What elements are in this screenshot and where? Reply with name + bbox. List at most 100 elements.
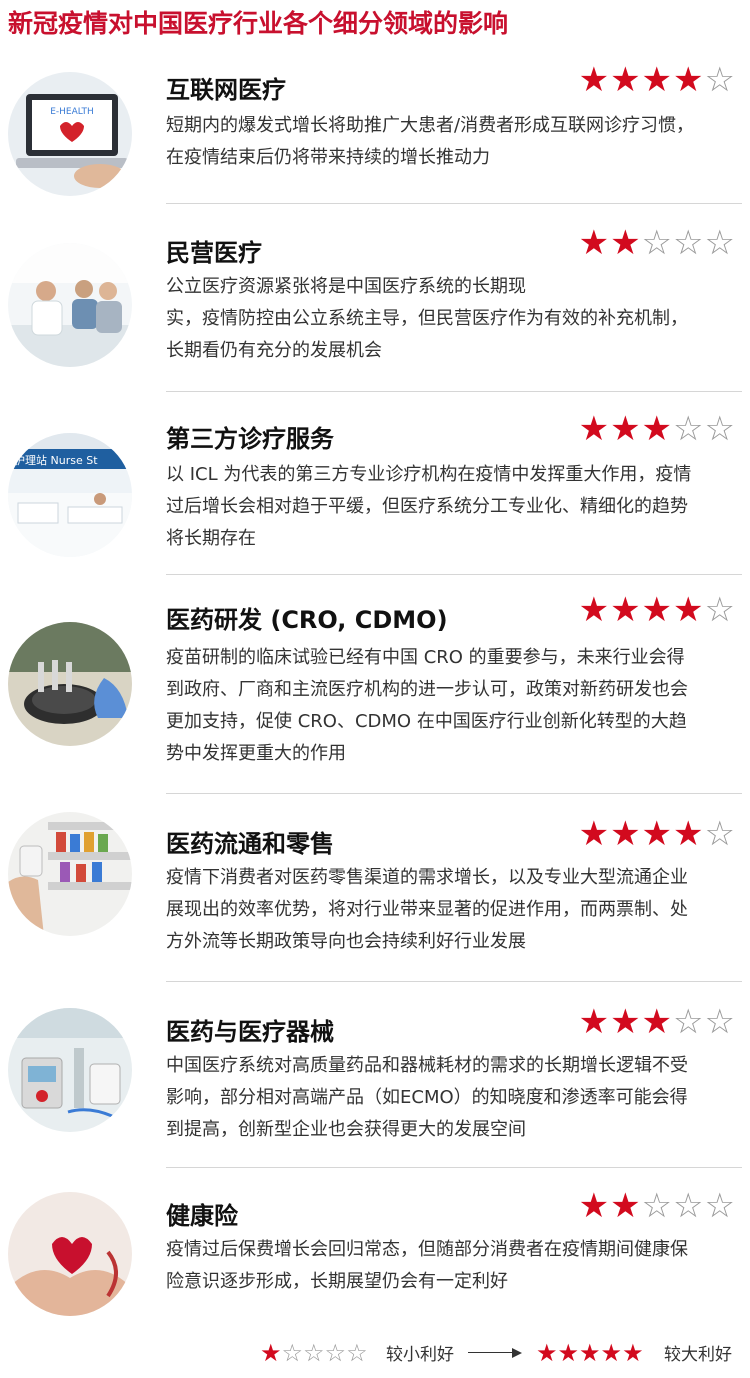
nurse-station-sign: 护理站 Nurse St bbox=[14, 453, 98, 467]
divider bbox=[166, 793, 742, 794]
star-empty-icon: ☆ bbox=[324, 1339, 347, 1367]
description-line: 方外流等长期政策导向也会持续利好行业发展 bbox=[166, 931, 526, 952]
description-line: 到政府、厂商和主流医疗机构的进一步认可，政策对新药研发也会 bbox=[166, 679, 688, 700]
description-line: 在疫情结束后仍将带来持续的增长推动力 bbox=[166, 147, 490, 168]
star-empty-icon: ☆ bbox=[641, 1186, 674, 1226]
description-line: 将长期存在 bbox=[166, 528, 256, 549]
star-filled-icon: ★ bbox=[641, 60, 674, 100]
star-filled-icon: ★ bbox=[578, 1186, 611, 1226]
description-line: 公立医疗资源紧张将是中国医疗系统的长期现 bbox=[166, 276, 526, 297]
divider bbox=[166, 391, 742, 392]
sector-name: 互联网医疗 bbox=[166, 76, 286, 104]
description-line: 疫情过后保费增长会回归常态，但随部分消费者在疫情期间健康保 bbox=[166, 1239, 688, 1260]
description-line: 险意识逐步形成，长期展望仍会有一定利好 bbox=[166, 1271, 508, 1292]
rating-legend: ★☆☆☆☆ 较小利好 ★★★★★ 较大利好 bbox=[0, 1338, 750, 1372]
sector-name: 民营医疗 bbox=[166, 239, 262, 267]
description-line: 以 ICL 为代表的第三方专业诊疗机构在疫情中发挥重大作用，疫情 bbox=[166, 464, 692, 485]
description-line: 展现出的效率优势，将对行业带来显著的促进作用，而两票制、处 bbox=[166, 899, 688, 920]
pharmacy-shelf-photo bbox=[8, 812, 132, 936]
star-filled-icon: ★ bbox=[578, 590, 611, 630]
star-filled-icon: ★ bbox=[578, 60, 611, 100]
sector-thumbnail bbox=[8, 1192, 132, 1316]
description-line: 疫苗研制的临床试验已经有中国 CRO 的重要参与，未来行业会得 bbox=[166, 647, 685, 668]
sector-rating: ★★★★☆ bbox=[579, 814, 736, 854]
star-empty-icon: ☆ bbox=[346, 1339, 368, 1367]
description-line: 短期内的爆发式增长将助推广大患者/消费者形成互联网诊疗习惯， bbox=[166, 115, 695, 136]
star-filled-icon: ★ bbox=[610, 409, 642, 449]
star-empty-icon: ☆ bbox=[673, 409, 705, 449]
star-filled-icon: ★ bbox=[641, 590, 674, 630]
star-filled-icon: ★ bbox=[260, 1339, 282, 1367]
lab-research-photo bbox=[8, 622, 132, 746]
star-filled-icon: ★ bbox=[673, 814, 705, 854]
star-filled-icon: ★ bbox=[578, 1002, 611, 1042]
star-filled-icon: ★ bbox=[610, 814, 642, 854]
star-empty-icon: ☆ bbox=[281, 1339, 304, 1367]
star-filled-icon: ★ bbox=[641, 814, 674, 854]
sector-description: 短期内的爆发式增长将助推广大患者/消费者形成互联网诊疗习惯， 在疫情结束后仍将带来… bbox=[166, 110, 740, 174]
sector-thumbnail bbox=[8, 622, 132, 746]
star-empty-icon: ☆ bbox=[704, 1186, 736, 1226]
legend-high-stars: ★★★★★ bbox=[536, 1338, 644, 1368]
star-empty-icon: ☆ bbox=[673, 223, 705, 263]
sector-description: 疫情过后保费增长会回归常态，但随部分消费者在疫情期间健康保 险意识逐步形成，长期展… bbox=[166, 1234, 740, 1298]
star-empty-icon: ☆ bbox=[704, 814, 736, 854]
star-filled-icon: ★ bbox=[578, 223, 611, 263]
sector-description: 疫情下消费者对医药零售渠道的需求增长，以及专业大型流通企业 展现出的效率优势，将对… bbox=[166, 862, 740, 958]
laptop-e-health-photo: E-HEALTH bbox=[8, 72, 132, 196]
e-health-label: E-HEALTH bbox=[50, 107, 94, 117]
star-empty-icon: ☆ bbox=[641, 223, 674, 263]
sector-thumbnail: E-HEALTH bbox=[8, 72, 132, 196]
star-empty-icon: ☆ bbox=[673, 1002, 705, 1042]
star-filled-icon: ★ bbox=[579, 1339, 601, 1367]
star-empty-icon: ☆ bbox=[704, 1002, 736, 1042]
sector-name: 医药流通和零售 bbox=[166, 830, 334, 858]
sector-description: 以 ICL 为代表的第三方专业诊疗机构在疫情中发挥重大作用，疫情 过后增长会相对趋… bbox=[166, 459, 740, 555]
sector-thumbnail: 护理站 Nurse St bbox=[8, 433, 132, 557]
divider bbox=[166, 574, 742, 575]
description-line: 过后增长会相对趋于平缓，但医疗系统分工专业化、精细化的趋势 bbox=[166, 496, 688, 517]
sector-name: 医药研发 (CRO, CDMO) bbox=[166, 606, 448, 634]
description-line: 长期看仍有充分的发展机会 bbox=[166, 340, 382, 361]
star-empty-icon: ☆ bbox=[704, 590, 736, 630]
divider bbox=[166, 203, 742, 204]
sector-description: 疫苗研制的临床试验已经有中国 CRO 的重要参与，未来行业会得 到政府、厂商和主流… bbox=[166, 642, 740, 770]
star-filled-icon: ★ bbox=[641, 1002, 674, 1042]
star-empty-icon: ☆ bbox=[673, 1186, 705, 1226]
sector-rating: ★★☆☆☆ bbox=[579, 1186, 736, 1226]
star-filled-icon: ★ bbox=[600, 1339, 623, 1367]
star-filled-icon: ★ bbox=[610, 60, 642, 100]
sector-thumbnail bbox=[8, 812, 132, 936]
divider bbox=[166, 1167, 742, 1168]
sector-rating: ★★★☆☆ bbox=[579, 409, 736, 449]
star-empty-icon: ☆ bbox=[303, 1339, 325, 1367]
legend-arrow bbox=[468, 1352, 516, 1353]
star-filled-icon: ★ bbox=[610, 1186, 642, 1226]
arrow-right-icon bbox=[512, 1348, 522, 1358]
sector-rating: ★★★☆☆ bbox=[579, 1002, 736, 1042]
star-filled-icon: ★ bbox=[622, 1339, 644, 1367]
star-empty-icon: ☆ bbox=[704, 223, 736, 263]
star-filled-icon: ★ bbox=[536, 1339, 558, 1367]
sector-thumbnail bbox=[8, 1008, 132, 1132]
description-line: 更加支持，促使 CRO、CDMO 在中国医疗行业创新化转型的大趋 bbox=[166, 711, 687, 732]
star-filled-icon: ★ bbox=[578, 814, 611, 854]
sector-name: 健康险 bbox=[166, 1202, 238, 1230]
sector-rating: ★★★★☆ bbox=[579, 590, 736, 630]
sector-thumbnail bbox=[8, 243, 132, 367]
medical-equipment-photo bbox=[8, 1008, 132, 1132]
star-filled-icon: ★ bbox=[557, 1339, 580, 1367]
description-line: 中国医疗系统对高质量药品和器械耗材的需求的长期增长逻辑不受 bbox=[166, 1055, 688, 1076]
sector-name: 医药与医疗器械 bbox=[166, 1018, 334, 1046]
description-line: 疫情下消费者对医药零售渠道的需求增长，以及专业大型流通企业 bbox=[166, 867, 688, 888]
star-filled-icon: ★ bbox=[610, 223, 642, 263]
star-filled-icon: ★ bbox=[641, 409, 674, 449]
star-empty-icon: ☆ bbox=[704, 409, 736, 449]
clinic-consultation-photo bbox=[8, 243, 132, 367]
divider bbox=[166, 981, 742, 982]
sector-name: 第三方诊疗服务 bbox=[166, 425, 334, 453]
legend-low-label: 较小利好 bbox=[386, 1345, 454, 1365]
legend-low-stars: ★☆☆☆☆ bbox=[260, 1338, 368, 1368]
star-filled-icon: ★ bbox=[673, 60, 705, 100]
star-filled-icon: ★ bbox=[610, 590, 642, 630]
